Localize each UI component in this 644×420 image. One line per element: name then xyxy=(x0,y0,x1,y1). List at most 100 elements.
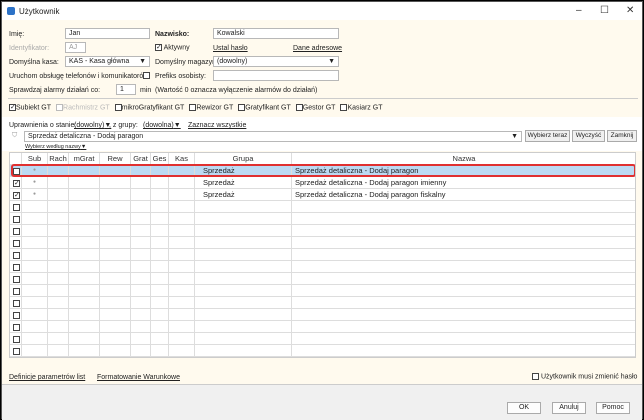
column-header[interactable]: Grat xyxy=(131,153,151,164)
row-checkbox[interactable] xyxy=(13,215,20,223)
row-checkbox[interactable] xyxy=(13,239,20,247)
product-checkbox-1[interactable]: Rachmistrz GT xyxy=(56,104,110,111)
empty-cell xyxy=(195,249,292,260)
row-checkbox[interactable] xyxy=(13,263,20,271)
prefiks-input[interactable] xyxy=(213,70,339,81)
ok-button[interactable]: OK xyxy=(507,402,541,414)
column-header[interactable]: Nazwa xyxy=(292,153,635,164)
empty-row[interactable] xyxy=(10,321,635,333)
row-checkbox[interactable] xyxy=(13,323,20,331)
wyczysc-button[interactable]: Wyczyść xyxy=(572,130,605,142)
musi-zmienic-checkbox[interactable]: Użytkownik musi zmienić hasło xyxy=(532,373,637,380)
empty-cell xyxy=(292,285,635,296)
row-checkbox[interactable] xyxy=(13,335,20,343)
empty-cell xyxy=(151,261,169,272)
empty-cell xyxy=(169,345,195,356)
column-header[interactable]: Sub xyxy=(22,153,48,164)
close-icon[interactable]: ✕ xyxy=(626,5,634,16)
empty-cell xyxy=(292,237,635,248)
identyfikator-input[interactable]: AJ xyxy=(65,42,86,53)
stan-dropdown[interactable]: (dowolny)▼ xyxy=(74,122,111,129)
grupa-dropdown[interactable]: (dowolna)▼ xyxy=(143,122,181,129)
empty-cell xyxy=(100,345,131,356)
product-checkbox-0[interactable]: Subiekt GT xyxy=(9,104,51,111)
empty-cell xyxy=(131,201,151,212)
wybierz-wedlug-dropdown[interactable]: Wybierz według nazwy▼ xyxy=(25,144,86,150)
column-header[interactable]: Rach xyxy=(48,153,69,164)
table-row[interactable]: ● SprzedażSprzedaż detaliczna - Dodaj par… xyxy=(10,177,635,189)
kasa-select[interactable]: KAS - Kasa główna ▼ xyxy=(65,56,150,67)
row-checkbox[interactable] xyxy=(13,299,20,307)
grupa-cell: Sprzedaż xyxy=(195,189,292,200)
empty-row[interactable] xyxy=(10,297,635,309)
empty-row[interactable] xyxy=(10,213,635,225)
row-checkbox[interactable] xyxy=(13,251,20,259)
column-header[interactable]: Ges xyxy=(151,153,169,164)
empty-cell xyxy=(22,345,48,356)
row-checkbox[interactable] xyxy=(13,167,20,175)
column-header[interactable]: Rew xyxy=(100,153,131,164)
aktywny-checkbox[interactable]: Aktywny xyxy=(155,44,190,51)
ustal-haslo-link[interactable]: Ustal hasło xyxy=(213,45,248,52)
product-checkbox-6[interactable]: Kasiarz GT xyxy=(340,104,382,111)
product-checkbox-5[interactable]: Gestor GT xyxy=(295,104,335,111)
table-row[interactable]: ● SprzedażSprzedaż detaliczna - Dodaj par… xyxy=(10,189,635,201)
alarmy-input[interactable]: 1 xyxy=(116,84,136,95)
column-header[interactable]: mGrat xyxy=(69,153,100,164)
search-input[interactable]: Sprzedaż detaliczna - Dodaj paragon ▼ xyxy=(24,131,522,142)
minimize-icon[interactable]: – xyxy=(576,5,582,16)
magazyn-select[interactable]: (dowolny) ▼ xyxy=(213,56,339,67)
wybierz-teraz-button[interactable]: Wybierz teraz xyxy=(525,130,570,142)
row-checkbox[interactable] xyxy=(13,203,20,211)
empty-cell xyxy=(100,273,131,284)
row-checkbox[interactable] xyxy=(13,179,20,187)
empty-cell xyxy=(100,225,131,236)
empty-cell xyxy=(100,333,131,344)
empty-row[interactable] xyxy=(10,225,635,237)
imie-input[interactable]: Jan xyxy=(65,28,150,39)
pomoc-button[interactable]: Pomoc xyxy=(596,402,630,414)
empty-cell xyxy=(69,345,100,356)
maximize-icon[interactable]: ☐ xyxy=(600,5,609,16)
empty-row[interactable] xyxy=(10,309,635,321)
empty-row[interactable] xyxy=(10,237,635,249)
row-checkbox[interactable] xyxy=(13,347,20,355)
dane-adresowe-link[interactable]: Dane adresowe xyxy=(293,45,342,52)
empty-cell xyxy=(131,273,151,284)
definicje-link[interactable]: Definicje parametrów list xyxy=(9,374,85,381)
product-checkbox-4[interactable]: Gratyfikant GT xyxy=(238,104,291,111)
empty-cell xyxy=(151,285,169,296)
anuluj-button[interactable]: Anuluj xyxy=(552,402,586,414)
empty-cell xyxy=(292,249,635,260)
formatowanie-link[interactable]: Formatowanie Warunkowe xyxy=(97,374,180,381)
zamknij-button[interactable]: Zamknij xyxy=(607,130,637,142)
empty-row[interactable] xyxy=(10,249,635,261)
empty-row[interactable] xyxy=(10,345,635,357)
nazwisko-input[interactable]: Kowalski xyxy=(213,28,339,39)
row-checkbox[interactable] xyxy=(13,311,20,319)
empty-row[interactable] xyxy=(10,285,635,297)
table-row[interactable]: ● SprzedażSprzedaż detaliczna - Dodaj par… xyxy=(10,165,635,177)
empty-cell xyxy=(69,309,100,320)
column-header[interactable] xyxy=(10,153,22,164)
empty-cell xyxy=(151,225,169,236)
row-checkbox[interactable] xyxy=(13,227,20,235)
row-checkbox[interactable] xyxy=(13,191,20,199)
empty-row[interactable] xyxy=(10,201,635,213)
empty-row[interactable] xyxy=(10,333,635,345)
column-header[interactable]: Kas xyxy=(169,153,195,164)
alarmy-note: (Wartość 0 oznacza wyłączenie alarmów do… xyxy=(155,87,318,94)
telefony-checkbox[interactable] xyxy=(143,72,150,79)
zaznacz-wszystkie-link[interactable]: Zaznacz wszystkie xyxy=(188,122,246,129)
empty-row[interactable] xyxy=(10,273,635,285)
row-checkbox[interactable] xyxy=(13,275,20,283)
user-dialog: Użytkownik – ☐ ✕ Imię: Jan Nazwisko: Kow… xyxy=(1,1,643,420)
empty-row[interactable] xyxy=(10,261,635,273)
empty-cell xyxy=(195,201,292,212)
checkbox-box xyxy=(238,104,246,111)
product-checkbox-3[interactable]: Rewizor GT xyxy=(189,104,233,111)
empty-cell xyxy=(169,309,195,320)
product-checkbox-2[interactable]: mikroGratyfikant GT xyxy=(114,104,184,111)
row-checkbox[interactable] xyxy=(13,287,20,295)
column-header[interactable]: Grupa xyxy=(195,153,292,164)
